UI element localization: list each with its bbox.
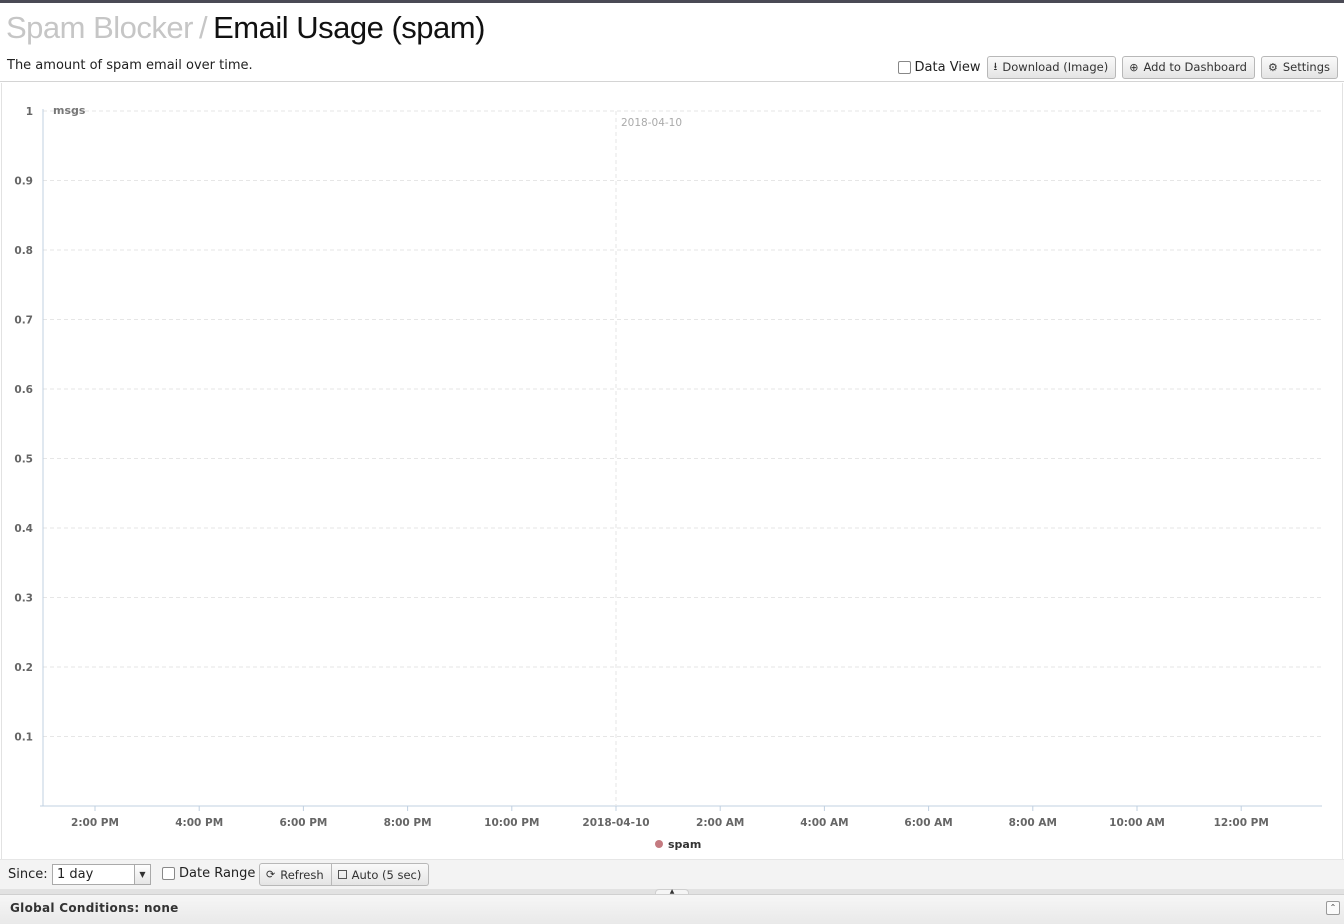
date-range-label: Date Range (179, 866, 256, 881)
date-range-toggle[interactable]: Date Range (162, 866, 255, 881)
date-range-checkbox[interactable] (162, 867, 175, 880)
y-tick-label: 0.3 (14, 593, 33, 605)
x-tick-label: 6:00 PM (279, 817, 327, 829)
legend-spam-marker (655, 840, 663, 848)
x-tick-label: 10:00 AM (1109, 817, 1165, 829)
add-to-dashboard-button[interactable]: ⊕ Add to Dashboard (1122, 55, 1255, 79)
auto-refresh-button[interactable]: Auto (5 sec) (331, 863, 430, 886)
x-tick-label: 2018-04-10 (582, 817, 649, 829)
download-icon: ⭳ (993, 59, 998, 73)
time-controls: Since: 1 day ▼ Date Range ⟳ Refresh Auto… (0, 859, 1344, 889)
x-tick-label: 6:00 AM (904, 817, 952, 829)
report-toolbar: Data View ⭳ Download (Image) ⊕ Add to Da… (897, 55, 1338, 79)
chart-container: 0.1 0.2 0.3 0.4 0.5 0.6 0.7 0.8 0.9 1 msgs 2:00 PM 4… (1, 83, 1343, 859)
legend-spam-label: spam (668, 838, 701, 851)
y-axis-label: msgs (53, 104, 86, 117)
y-tick-label: 0.7 (14, 315, 33, 327)
expand-up-icon[interactable]: ⌃ (1326, 901, 1340, 915)
usage-chart: 0.1 0.2 0.3 0.4 0.5 0.6 0.7 0.8 0.9 1 msgs 2:00 PM 4… (14, 104, 1322, 851)
y-tick-label: 0.2 (14, 662, 33, 674)
data-view-checkbox[interactable] (897, 60, 911, 74)
report-title: Email Usage (spam) (213, 10, 485, 45)
report-header: Spam Blocker / Email Usage (spam) The amou… (0, 3, 1344, 82)
auto-refresh-label: Auto (5 sec) (351, 867, 422, 882)
x-tick-label: 12:00 PM (1214, 817, 1269, 829)
breadcrumb-parent[interactable]: Spam Blocker (6, 10, 193, 45)
global-conditions-bar[interactable]: Global Conditions: none ⌃ (0, 894, 1344, 924)
download-button-label: Download (Image) (1002, 60, 1109, 74)
add-dashboard-button-label: Add to Dashboard (1143, 60, 1247, 74)
download-image-button[interactable]: ⭳ Download (Image) (986, 55, 1117, 79)
global-conditions-label: Global Conditions: none (10, 901, 179, 915)
plus-circle-icon: ⊕ (1129, 60, 1139, 74)
x-tick-label: 4:00 AM (800, 817, 848, 829)
chevron-down-icon[interactable]: ▼ (134, 865, 150, 884)
x-tick-label: 10:00 PM (484, 817, 539, 829)
data-view-label: Data View (914, 59, 981, 75)
refresh-button-group: ⟳ Refresh Auto (5 sec) (259, 863, 430, 886)
y-tick-label: 0.8 (14, 245, 33, 257)
y-tick-label: 1 (26, 106, 33, 118)
refresh-button[interactable]: ⟳ Refresh (259, 863, 332, 886)
y-tick-label: 0.4 (14, 523, 33, 535)
x-tick-label: 8:00 AM (1009, 817, 1057, 829)
y-tick-label: 0.9 (14, 176, 33, 188)
y-tick-label: 0.6 (14, 384, 33, 396)
x-tick-label: 2:00 PM (71, 817, 119, 829)
settings-button[interactable]: ⚙ Settings (1260, 55, 1338, 79)
report-description: The amount of spam email over time. (7, 58, 253, 73)
breadcrumb-separator: / (198, 10, 208, 45)
date-marker-label: 2018-04-10 (621, 117, 682, 129)
settings-button-label: Settings (1282, 60, 1330, 74)
square-icon (337, 870, 347, 879)
since-value: 1 day (57, 867, 94, 882)
since-select[interactable]: 1 day ▼ (52, 864, 151, 885)
since-label: Since: (8, 867, 48, 882)
refresh-icon: ⟳ (266, 868, 276, 881)
y-tick-label: 0.5 (14, 454, 33, 466)
x-tick-label: 2:00 AM (696, 817, 744, 829)
page-title: Spam Blocker / Email Usage (spam) (6, 10, 485, 46)
x-tick-label: 4:00 PM (175, 817, 223, 829)
y-tick-label: 0.1 (14, 732, 33, 744)
x-tick-label: 8:00 PM (384, 817, 432, 829)
refresh-button-label: Refresh (280, 867, 324, 882)
data-view-toggle[interactable]: Data View (897, 59, 981, 75)
gear-icon: ⚙ (1267, 60, 1278, 74)
